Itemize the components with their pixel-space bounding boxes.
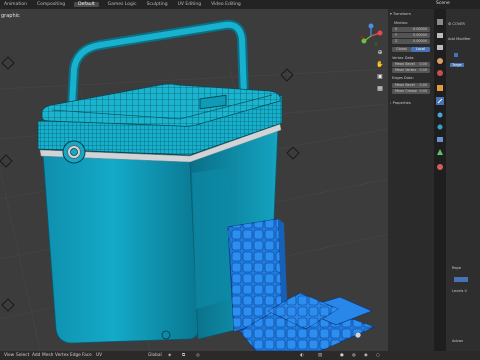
- tab-animation[interactable]: Animation: [3, 2, 28, 7]
- viewport-nav-tools: ⊕ ✋ ▣ ▦: [376, 49, 384, 93]
- zoom-icon[interactable]: ⊕: [376, 49, 384, 57]
- object-tab-icon: [437, 85, 443, 91]
- properties-header[interactable]: › Properties: [390, 101, 411, 105]
- scene-selector[interactable]: Scene: [436, 1, 450, 6]
- viewport-canvas[interactable]: [0, 9, 388, 351]
- 3d-viewport[interactable]: graphic ⊕ ✋ ▣ ▦: [0, 9, 388, 351]
- shading-material-icon[interactable]: ◍: [352, 353, 356, 358]
- world-tab-icon: [437, 70, 443, 76]
- tab-compositing[interactable]: Compositing: [36, 2, 66, 7]
- menu-vertex[interactable]: Vertex: [55, 353, 69, 358]
- subdivision-modifier-icon: [454, 53, 458, 57]
- modifier-tab-icon: [436, 97, 444, 105]
- menu-face[interactable]: Face: [82, 353, 92, 358]
- local-toggle[interactable]: Local: [411, 47, 430, 52]
- empty-marker: [1, 56, 15, 70]
- render-tab-icon: [437, 33, 443, 38]
- median-z-field[interactable]: Z 0.00000: [392, 39, 430, 44]
- transform-header[interactable]: ▾ Transform: [390, 12, 411, 16]
- menu-add[interactable]: Add: [32, 353, 40, 358]
- tool-tab-icon: [437, 19, 443, 25]
- empty-marker: [280, 68, 294, 82]
- catmull-clark-toggle[interactable]: [454, 277, 468, 282]
- empty-marker: [0, 154, 13, 168]
- chevron-down-icon: ▾: [390, 12, 392, 16]
- shading-solid-icon[interactable]: ●: [340, 353, 344, 358]
- viewport-title: graphic: [1, 13, 20, 19]
- repe-label: Repe: [452, 266, 462, 270]
- tab-games-logic[interactable]: Games Logic: [107, 2, 138, 7]
- tab-sculpting[interactable]: Sculpting: [146, 2, 169, 7]
- menu-mesh[interactable]: Mesh: [42, 353, 53, 358]
- menu-edge[interactable]: Edge: [70, 353, 81, 358]
- pivot-icon[interactable]: ◈: [168, 353, 171, 358]
- viewport-header-bar: View Select Add Mesh Vertex Edge Face UV…: [0, 351, 480, 360]
- add-modifier-button[interactable]: Add Modifier: [448, 37, 471, 41]
- object-name-field[interactable]: ⚙ COVER: [448, 22, 465, 26]
- menu-select[interactable]: Select: [16, 353, 29, 358]
- material-tab-icon: [437, 164, 443, 170]
- data-tab-icon: [437, 149, 443, 155]
- mean-bevel-vertex-field[interactable]: Mean Bevel 0.00: [392, 62, 430, 67]
- properties-tab-strip: [434, 9, 446, 351]
- empty-marker: [286, 146, 300, 160]
- chevron-right-icon: ›: [390, 101, 392, 105]
- grid-icon[interactable]: ▦: [376, 85, 384, 93]
- particles-tab-icon: [437, 112, 443, 118]
- overlay-icon[interactable]: ◐: [300, 353, 304, 358]
- tab-video-editing[interactable]: Video Editing: [210, 2, 242, 7]
- levels-viewport-label: Levels V: [452, 289, 467, 293]
- mean-bevel-edge-field[interactable]: Mean Bevel 0.00: [392, 83, 430, 88]
- output-tab-icon: [437, 45, 443, 50]
- menu-view[interactable]: View: [4, 353, 14, 358]
- tab-default[interactable]: Default: [74, 2, 99, 7]
- shading-wire-icon[interactable]: ○: [376, 353, 380, 358]
- shading-rendered-icon[interactable]: ◉: [364, 353, 368, 358]
- constraints-tab-icon: [437, 137, 443, 142]
- median-x-field[interactable]: X 0.00000: [392, 27, 430, 32]
- advanced-panel-header[interactable]: Advan: [452, 339, 463, 343]
- sidebar-npanel: ▾ Transform Median: X 0.00000 Y 0.00000 …: [388, 9, 434, 351]
- workspace-tabs-bar: Animation Compositing Default Games Logi…: [0, 0, 480, 9]
- tab-uv-editing[interactable]: UV Editing: [177, 2, 202, 7]
- global-toggle[interactable]: Global: [392, 47, 411, 52]
- pan-hand-icon[interactable]: ✋: [376, 61, 384, 69]
- menu-uv[interactable]: UV: [96, 353, 102, 358]
- scene-tab-icon: [437, 58, 443, 64]
- vertex-data-label: Vertex Data:: [392, 56, 415, 60]
- navigation-gizmo[interactable]: [358, 23, 384, 49]
- properties-editor: ⚙ COVER Add Modifier Targe Repe Levels V…: [446, 9, 480, 351]
- wrench-icon: ⚙: [448, 22, 452, 26]
- edges-data-label: Edges Data:: [392, 76, 414, 80]
- empty-marker: [1, 298, 15, 312]
- mean-crease-field[interactable]: Mean Crease 0.00: [392, 89, 430, 94]
- modifier-header-field[interactable]: [454, 53, 458, 58]
- camera-icon[interactable]: ▣: [376, 73, 384, 81]
- mean-vertex-field[interactable]: Mean Vertex 0.00: [392, 68, 430, 73]
- physics-tab-icon: [437, 124, 443, 130]
- xray-icon[interactable]: ▤: [318, 353, 322, 358]
- transform-orientation-dropdown[interactable]: Global: [148, 353, 162, 358]
- snap-icon[interactable]: ⧉: [182, 353, 185, 358]
- median-y-field[interactable]: Y 0.00000: [392, 33, 430, 38]
- median-label: Median:: [394, 21, 409, 25]
- proportional-edit-icon[interactable]: ◎: [196, 353, 200, 358]
- handle-hinge: [62, 140, 86, 164]
- targe-label[interactable]: Targe: [450, 63, 464, 67]
